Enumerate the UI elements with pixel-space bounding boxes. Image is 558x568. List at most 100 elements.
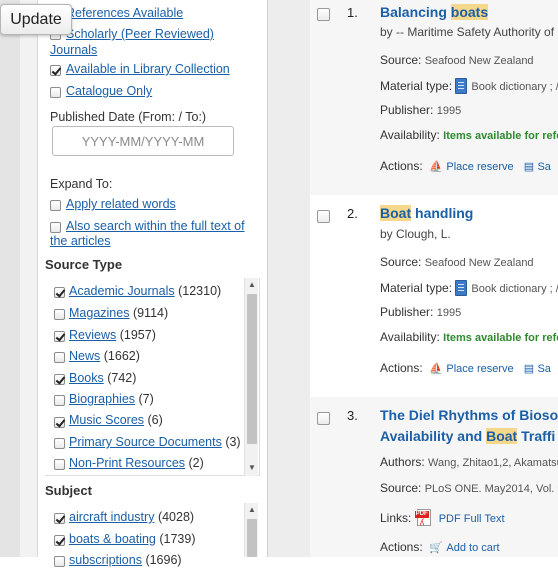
subject-item[interactable]: aircraft industry (4028) (69, 509, 194, 525)
music-scores-checkbox[interactable] (54, 417, 65, 428)
result-title-highlight[interactable]: Boat (380, 205, 412, 221)
place-reserve-icon[interactable]: ⛵ (429, 363, 443, 375)
material-label: Material type: (380, 79, 453, 93)
publisher-label: Publisher: (380, 305, 434, 319)
related-words-checkbox[interactable] (50, 200, 61, 211)
music-scores-count: (6) (147, 413, 163, 427)
place-reserve-link[interactable]: Place reserve (446, 161, 513, 173)
primary-source-checkbox[interactable] (54, 438, 65, 449)
result-title-text[interactable]: Traffi (517, 428, 555, 444)
full-text-label[interactable]: Also search within the full text of (66, 218, 245, 234)
academic-journals-label[interactable]: Academic Journals (69, 284, 175, 298)
source-type-item[interactable]: Biographies (7) (69, 391, 154, 407)
availability-value: Items available for refe (443, 130, 558, 142)
full-text-label-line2[interactable]: the articles (50, 233, 110, 249)
subject-item[interactable]: boats & boating (1739) (69, 531, 196, 547)
news-checkbox[interactable] (54, 352, 65, 363)
magazines-count: (9114) (132, 306, 169, 320)
source-type-item[interactable]: Non-Print Resources (2) (69, 455, 204, 471)
result-title-highlight[interactable]: Boat (486, 428, 518, 444)
catalogue-only-label[interactable]: Catalogue Only (66, 83, 152, 99)
non-print-checkbox[interactable] (54, 459, 65, 470)
peer-reviewed-label-line2[interactable]: Journals (50, 42, 97, 58)
result-material: Material type: Book dictionary ; / (380, 280, 558, 296)
primary-source-label[interactable]: Primary Source Documents (69, 435, 222, 449)
magazines-label[interactable]: Magazines (69, 306, 129, 320)
result-publisher: Publisher: 1995 (380, 305, 461, 319)
cart-icon[interactable]: 🛒 (429, 542, 443, 554)
pdf-full-text-link[interactable]: PDF Full Text (439, 513, 505, 525)
subscriptions-count: (1696) (145, 553, 182, 567)
source-type-scrollbar[interactable]: ▲ ▼ (244, 278, 258, 476)
news-label[interactable]: News (69, 349, 100, 363)
source-type-item[interactable]: Primary Source Documents (3) (69, 434, 241, 450)
references-available-label[interactable]: References Available (66, 5, 183, 21)
result-title-highlight[interactable]: boats (450, 4, 489, 20)
result-title-line2[interactable]: Availability and Boat Traffi (380, 428, 555, 444)
biographies-label[interactable]: Biographies (69, 392, 135, 406)
result-title[interactable]: Boat handling (380, 205, 473, 221)
aircraft-industry-label[interactable]: aircraft industry (69, 510, 154, 524)
result-select-checkbox[interactable] (317, 210, 330, 223)
library-collection-label[interactable]: Available in Library Collection (66, 61, 230, 77)
reviews-checkbox[interactable] (54, 331, 65, 342)
save-link[interactable]: Sa (537, 161, 550, 173)
scroll-down-icon[interactable]: ▼ (248, 464, 256, 472)
result-title-text[interactable]: Balancing (380, 4, 451, 20)
result-title[interactable]: The Diel Rhythms of Biosor (380, 407, 558, 423)
source-type-item[interactable]: Reviews (1957) (69, 327, 156, 343)
book-icon (455, 78, 468, 94)
result-select-checkbox[interactable] (317, 412, 330, 425)
place-reserve-link[interactable]: Place reserve (446, 363, 513, 375)
subject-scrollbar[interactable]: ▲ (244, 503, 258, 557)
add-to-cart-link[interactable]: Add to cart (446, 542, 499, 554)
related-words-label[interactable]: Apply related words (66, 196, 176, 212)
result-title-text[interactable]: handling (411, 205, 473, 221)
publisher-label: Publisher: (380, 103, 434, 117)
result-author: by -- Maritime Safety Authority of (380, 25, 555, 39)
peer-reviewed-label[interactable]: Scholarly (Peer Reviewed) (66, 26, 214, 42)
source-type-item[interactable]: Books (742) (69, 370, 136, 386)
result-select-checkbox[interactable] (317, 8, 330, 21)
subject-item[interactable]: subscriptions (1696) (69, 552, 182, 568)
scroll-thumb[interactable] (247, 519, 257, 557)
academic-journals-checkbox[interactable] (54, 287, 65, 298)
result-record: 1. Balancing boats by -- Maritime Safety… (310, 0, 558, 195)
reviews-label[interactable]: Reviews (69, 328, 116, 342)
aircraft-industry-checkbox[interactable] (54, 513, 65, 524)
music-scores-label[interactable]: Music Scores (69, 413, 144, 427)
source-type-item[interactable]: Academic Journals (12310) (69, 283, 221, 299)
aircraft-industry-count: (4028) (157, 510, 195, 524)
update-button[interactable]: Update (0, 4, 72, 35)
published-date-input[interactable] (52, 126, 234, 156)
scroll-thumb[interactable] (247, 294, 257, 444)
result-title-text[interactable]: Availability and (380, 428, 486, 444)
magazines-checkbox[interactable] (54, 309, 65, 320)
academic-journals-count: (12310) (178, 284, 222, 298)
place-reserve-icon[interactable]: ⛵ (429, 161, 443, 173)
save-link[interactable]: Sa (537, 363, 550, 375)
source-type-item[interactable]: Magazines (9114) (69, 305, 168, 321)
publisher-value: 1995 (436, 307, 462, 319)
result-title[interactable]: Balancing boats (380, 4, 489, 20)
catalogue-only-checkbox[interactable] (50, 87, 61, 98)
result-number: 2. (347, 206, 358, 221)
scroll-up-icon[interactable]: ▲ (248, 281, 256, 289)
full-text-checkbox[interactable] (50, 222, 61, 233)
source-type-item[interactable]: Music Scores (6) (69, 412, 163, 428)
subscriptions-checkbox[interactable] (54, 556, 65, 567)
biographies-checkbox[interactable] (54, 395, 65, 406)
boats-boating-label[interactable]: boats & boating (69, 532, 156, 546)
books-checkbox[interactable] (54, 374, 65, 385)
boats-boating-count: (1739) (159, 532, 196, 546)
subscriptions-label[interactable]: subscriptions (69, 553, 142, 567)
save-icon[interactable]: ▤ (524, 161, 534, 173)
books-label[interactable]: Books (69, 371, 104, 385)
save-icon[interactable]: ▤ (524, 363, 534, 375)
scroll-up-icon[interactable]: ▲ (248, 506, 256, 514)
non-print-label[interactable]: Non-Print Resources (69, 456, 185, 470)
source-type-item[interactable]: News (1662) (69, 348, 140, 364)
boats-boating-checkbox[interactable] (54, 535, 65, 546)
library-collection-checkbox[interactable] (50, 65, 61, 76)
pdf-icon[interactable]: PDF ʎ (414, 509, 435, 527)
